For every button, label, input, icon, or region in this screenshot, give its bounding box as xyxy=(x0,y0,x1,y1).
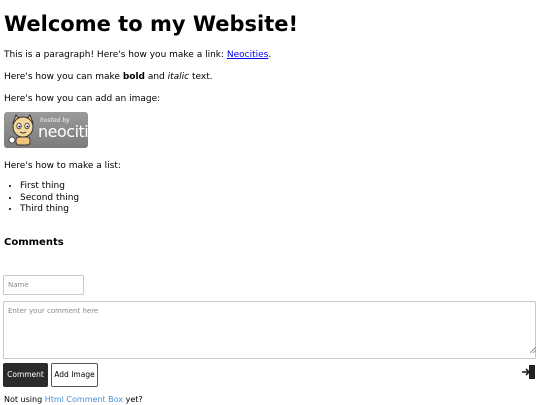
neocities-link[interactable]: Neocities xyxy=(227,50,268,60)
footer-suffix: yet? xyxy=(123,395,143,404)
footer-note: Not using Html Comment Box yet? xyxy=(4,395,143,405)
add-image-button[interactable]: Add Image xyxy=(51,363,98,387)
bullet-list: First thing Second thing Third thing xyxy=(4,181,79,216)
format-paragraph: Here's how you can make bold and italic … xyxy=(4,71,213,83)
format-middle: and xyxy=(144,72,168,82)
link-paragraph: This is a paragraph! Here's how you make… xyxy=(4,49,271,61)
hosted-by-neocities-badge[interactable]: hosted by neocities xyxy=(4,112,88,148)
link-paragraph-prefix: This is a paragraph! Here's how you make… xyxy=(4,50,227,60)
bold-text: bold xyxy=(122,72,145,82)
list-paragraph: Here's how to make a list: xyxy=(4,161,121,171)
comments-heading: Comments xyxy=(4,237,64,248)
comment-textarea[interactable] xyxy=(3,301,536,359)
format-prefix: Here's how you can make xyxy=(4,72,123,82)
italic-text: italic xyxy=(167,72,190,82)
resize-grip-icon[interactable] xyxy=(530,347,536,353)
list-item: Second thing xyxy=(20,193,79,205)
list-item: Third thing xyxy=(20,204,79,216)
link-paragraph-suffix: . xyxy=(268,50,272,60)
comment-button[interactable]: Comment xyxy=(3,363,48,387)
login-icon[interactable] xyxy=(522,364,536,380)
page-title: Welcome to my Website! xyxy=(4,12,299,36)
footer-prefix: Not using xyxy=(4,395,45,404)
page: Welcome to my Website! This is a paragra… xyxy=(0,0,540,405)
name-input[interactable] xyxy=(3,275,84,295)
neocities-wordmark: neocities xyxy=(38,122,88,141)
list-item: First thing xyxy=(20,181,79,193)
neocities-cat-icon xyxy=(8,114,34,146)
image-paragraph: Here's how you can add an image: xyxy=(4,94,161,104)
html-comment-box-link[interactable]: Html Comment Box xyxy=(45,395,123,404)
format-suffix: text. xyxy=(189,72,213,82)
